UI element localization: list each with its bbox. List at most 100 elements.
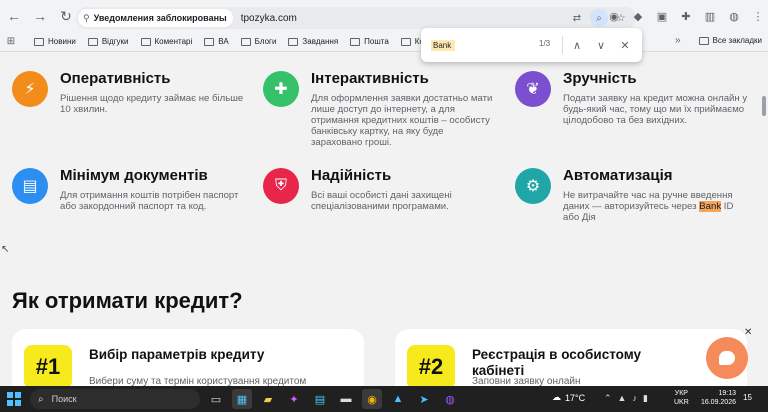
step-badge: #1 (24, 345, 72, 386)
page-content: ⚡ Оперативність Рішення щодо кредиту зай… (0, 53, 760, 386)
bookmarks-bar: ⊞ Новини Відгуки Коментарі ВА Блоги Завд… (0, 32, 768, 52)
feature-title: Надійність (311, 167, 392, 184)
taskbar-search[interactable]: ⌕ Поиск (30, 389, 200, 409)
site-chip-label: Уведомления заблокированы (93, 13, 227, 23)
find-divider (562, 36, 563, 54)
site-info-chip[interactable]: ⚲ Уведомления заблокированы (78, 9, 233, 27)
taskbar-clock[interactable]: 19:13 16.09.2026 (698, 389, 736, 407)
step-title: Реєстрація в особистому кабінеті (472, 347, 642, 378)
find-match-count: 1/3 (539, 39, 551, 48)
file-explorer-icon[interactable]: ▰ (258, 389, 278, 409)
telegram-icon[interactable]: ➤ (414, 389, 434, 409)
windows-taskbar: ⌕ Поиск ▭ ▦ ▰ ✦ ▤ ▬ ◉ ▲ ➤ ◍ ☁ 17°C ⌃ ▲ ♪… (0, 386, 768, 412)
extensions-puzzle-icon[interactable]: ✚ (676, 6, 696, 26)
folder-icon (87, 37, 98, 46)
page-scrollbar[interactable] (760, 53, 768, 386)
bookmark-folder[interactable]: Завдання (288, 37, 338, 46)
step-card[interactable]: #1 Вибір параметрів кредиту Вибери суму … (12, 329, 364, 386)
ext-pin-icon[interactable]: ▣ (652, 6, 672, 26)
find-input[interactable]: Bank (431, 39, 455, 51)
forward-icon[interactable]: → (28, 4, 52, 28)
find-close-icon[interactable]: ✕ (616, 36, 634, 54)
search-placeholder: Поиск (51, 394, 77, 404)
document-icon: ▤ (12, 168, 48, 204)
chrome-icon[interactable]: ◉ (362, 389, 382, 409)
feature-title: Оперативність (60, 70, 171, 87)
app-icon[interactable]: ▲ (388, 389, 408, 409)
find-highlight: Bank (699, 201, 722, 212)
mouse-cursor-icon: ↖ (1, 244, 10, 255)
step-badge: #2 (407, 345, 455, 386)
search-icon: ⌕ (38, 393, 44, 405)
scrollbar-thumb[interactable] (762, 96, 766, 116)
find-next-icon[interactable]: ∨ (592, 36, 610, 54)
terminal-icon[interactable]: ▬ (336, 389, 356, 409)
viber-icon[interactable]: ◍ (440, 389, 460, 409)
weather-widget[interactable]: ☁ 17°C (552, 392, 585, 403)
step-card[interactable]: #2 Реєстрація в особистому кабінеті Запо… (395, 329, 747, 386)
translate-icon[interactable]: ⇄ (568, 9, 586, 27)
bookmark-folder[interactable]: Відгуки (87, 37, 129, 46)
folder-icon (204, 37, 215, 46)
feature-description: Рішення щодо кредиту займає не більше 10… (60, 93, 244, 115)
notepad-icon[interactable]: ▤ (310, 389, 330, 409)
menu-dots-icon[interactable]: ⋮ (748, 6, 768, 26)
bookmarks-overflow-icon[interactable]: » (675, 35, 681, 46)
chat-icon (719, 351, 735, 365)
volume-icon[interactable]: ♪ (632, 393, 637, 404)
url-text[interactable]: tpozyka.com (241, 13, 297, 24)
feature-title: Автоматизація (563, 167, 673, 184)
chat-close-icon[interactable]: ✕ (744, 327, 752, 338)
all-bookmarks[interactable]: Все закладки (698, 36, 762, 45)
feature-title: Мінімум документів (60, 167, 208, 184)
folder-icon (240, 37, 251, 46)
feature-description: Для отримання коштів потрібен паспорт аб… (60, 190, 239, 212)
step-description: Заповни заявку онлайн (472, 376, 581, 386)
folder-icon (34, 37, 44, 46)
bookmark-folder[interactable]: Блоги (240, 37, 276, 46)
battery-icon[interactable]: ▮ (643, 393, 648, 404)
bookmark-folder[interactable]: Пошта (350, 37, 389, 46)
folder-icon (288, 37, 299, 46)
feature-description: Для оформлення заявки достатньо мати лиш… (311, 93, 493, 148)
reload-icon[interactable]: ↻ (54, 4, 78, 28)
camera-icon[interactable]: ◉ (604, 6, 624, 26)
tray-chevron-icon[interactable]: ⌃ (604, 393, 612, 404)
network-icon[interactable]: ▲ (618, 393, 627, 404)
profile-avatar-icon[interactable]: ◍ (724, 6, 744, 26)
sidebar-icon[interactable]: ▥ (700, 6, 720, 26)
notification-badge[interactable]: 15 (743, 393, 752, 402)
step-description: Вибери суму та термін користування креди… (89, 376, 307, 386)
address-bar[interactable]: ⚲ Уведомления заблокированы tpozyka.com … (76, 7, 636, 29)
find-previous-icon[interactable]: ∧ (568, 36, 586, 54)
lightning-icon: ⚡ (12, 71, 48, 107)
step-title: Вибір параметрів кредиту (89, 347, 265, 362)
extension-color-icon[interactable]: ◆ (628, 6, 648, 26)
widgets-icon[interactable]: ▦ (232, 389, 252, 409)
folder-icon (140, 37, 151, 46)
butterfly-icon: ❦ (515, 71, 551, 107)
back-icon[interactable]: ← (2, 4, 26, 28)
windows-start-icon[interactable] (7, 392, 21, 406)
bookmark-folder[interactable]: Новини (34, 37, 76, 46)
apps-grid-icon[interactable]: ⊞ (0, 36, 22, 47)
feature-title: Зручність (563, 70, 637, 87)
cloud-sun-icon: ☁ (552, 392, 561, 402)
chat-widget-button[interactable] (706, 337, 748, 379)
bookmark-folder[interactable]: Коментарі (140, 37, 192, 46)
feature-description: Подати заявку на кредит можна онлайн у б… (563, 93, 748, 126)
task-view-icon[interactable]: ▭ (206, 389, 226, 409)
language-indicator[interactable]: УКР UKR (674, 389, 689, 407)
folder-icon (400, 37, 411, 46)
bell-off-icon: ⚲ (83, 12, 90, 23)
folder-icon (350, 37, 361, 46)
copilot-icon[interactable]: ✦ (284, 389, 304, 409)
section-title: Як отримати кредит? (12, 288, 243, 313)
find-bar: Bank 1/3 ∧ ∨ ✕ (421, 28, 642, 62)
bookmark-folder[interactable]: ВА (204, 37, 229, 46)
gear-icon: ⚙ (515, 168, 551, 204)
feature-description: Всі ваші особисті дані захищені спеціалі… (311, 190, 452, 212)
feature-description: Не витрачайте час на ручне введення дани… (563, 190, 734, 223)
feature-title: Інтерактивність (311, 70, 429, 87)
gamepad-icon: ✚ (263, 71, 299, 107)
